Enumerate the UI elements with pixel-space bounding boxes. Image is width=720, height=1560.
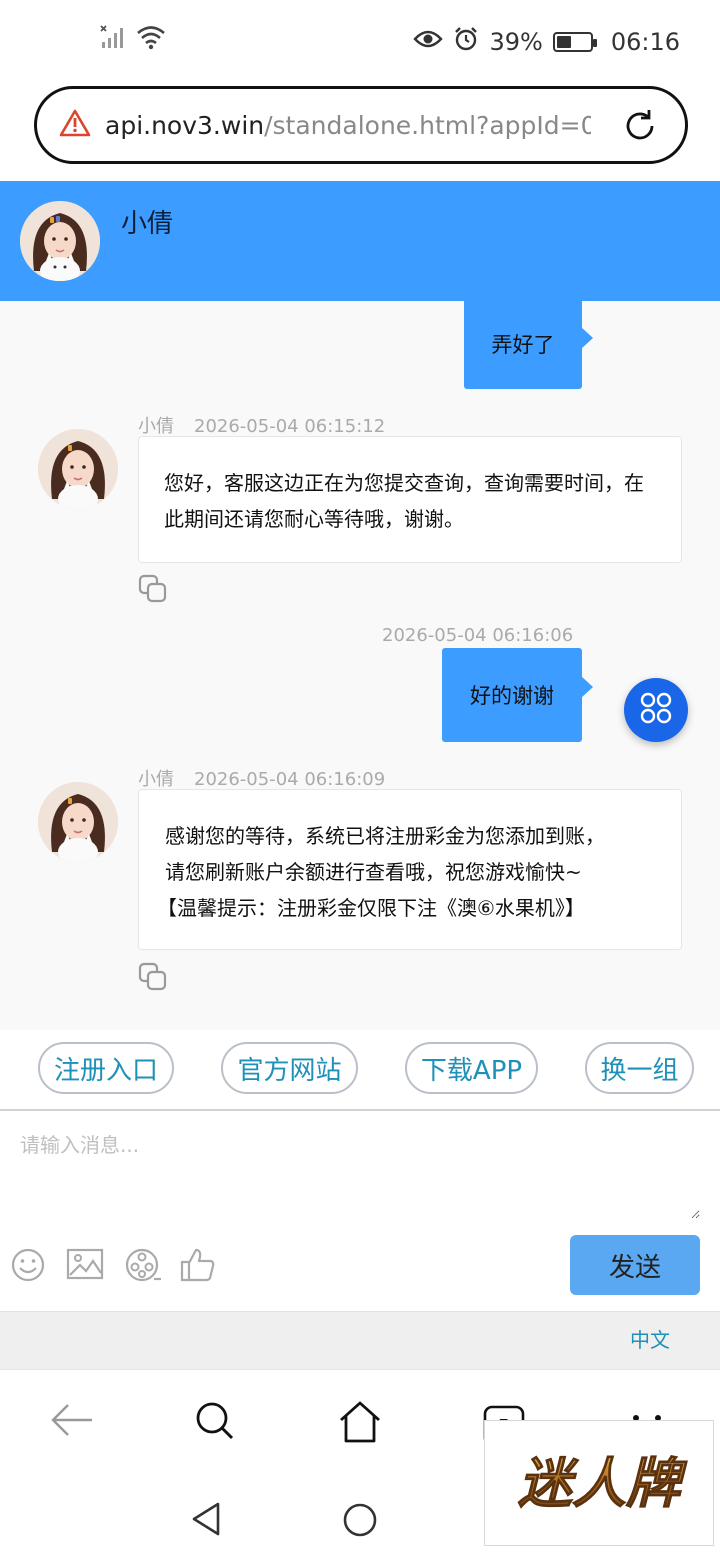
agent-avatar [20, 201, 100, 281]
refresh-options-button[interactable]: 换一组 [585, 1042, 694, 1094]
message-time: 2026-05-04 06:16:09 [194, 769, 386, 790]
thumbs-up-icon[interactable] [180, 1247, 216, 1287]
message-line: 请您刷新账户余额进行查看哦，祝您游戏愉快~ [165, 860, 582, 884]
message-meta: 小倩 2026-05-04 06:16:09 [138, 765, 385, 791]
message-text: 弄好了 [491, 333, 555, 357]
status-bar: 39% 06:16 [0, 0, 720, 84]
status-left [100, 24, 166, 54]
status-right: 39% 06:16 [413, 26, 680, 58]
chat-header: 小倩 [0, 181, 720, 301]
incoming-message[interactable]: 感谢您的等待，系统已将注册彩金为您添加到账， 请您刷新账户余额进行查看哦，祝您游… [138, 789, 682, 950]
url-text[interactable]: api.nov3.win/standalone.html?appId=0a [105, 111, 591, 140]
register-button[interactable]: 注册入口 [38, 1042, 174, 1094]
message-line: 【温馨提示：注册彩金仅限下注《澳⑥水果机》】 [157, 896, 585, 920]
incoming-message[interactable]: 您好，客服这边正在为您提交查询，查询需要时间，在此期间还请您耐心等待哦，谢谢。 [138, 436, 682, 563]
language-bar: 中文 [0, 1311, 720, 1369]
chat-area[interactable]: 弄好了 小倩 2026-05-04 06:15:12 您好，客服这边正在为您提交查… [0, 301, 720, 1030]
system-home-icon[interactable] [342, 1502, 378, 1542]
message-meta: 小倩 2026-05-04 06:15:12 [138, 412, 385, 438]
sender-name: 小倩 [138, 416, 174, 437]
svg-text:迷人牌: 迷人牌 [518, 1451, 688, 1515]
floating-menu-button[interactable] [624, 678, 688, 742]
eye-icon [413, 28, 444, 56]
language-switch[interactable]: 中文 [630, 1324, 670, 1353]
message-time: 2026-05-04 06:15:12 [194, 416, 386, 437]
warning-icon[interactable] [59, 109, 91, 141]
send-button[interactable]: 发送 [570, 1235, 700, 1295]
agent-avatar [38, 429, 118, 509]
message-line: 感谢您的等待，系统已将注册彩金为您添加到账， [165, 824, 605, 848]
sender-name: 小倩 [138, 769, 174, 790]
outgoing-message[interactable]: 好的谢谢 [442, 648, 593, 742]
reload-icon[interactable] [621, 107, 659, 149]
home-icon[interactable] [337, 1400, 383, 1448]
battery-icon [552, 32, 597, 52]
watermark-logo: 迷人牌 [484, 1420, 714, 1546]
message-time: 2026-05-04 06:16:06 [382, 625, 574, 646]
wifi-icon [136, 24, 166, 54]
composer: 发送 [0, 1111, 720, 1311]
alarm-icon [453, 26, 479, 58]
image-icon[interactable] [66, 1247, 104, 1285]
chat-title: 小倩 [121, 209, 174, 239]
outgoing-message[interactable]: 弄好了 [464, 301, 593, 389]
video-icon[interactable] [124, 1247, 162, 1287]
copy-icon[interactable] [138, 962, 168, 996]
address-bar[interactable]: api.nov3.win/standalone.html?appId=0a [34, 86, 688, 164]
message-text: 好的谢谢 [470, 684, 554, 708]
message-text: 您好，客服这边正在为您提交查询，查询需要时间，在此期间还请您耐心等待哦，谢谢。 [164, 471, 644, 531]
battery-level [556, 36, 571, 48]
quick-reply-bar: 注册入口 官方网站 下载APP 换一组 [0, 1030, 720, 1110]
url-path: /standalone.html?appId=0a [264, 110, 591, 140]
clock: 06:16 [610, 28, 680, 56]
download-app-button[interactable]: 下载APP [405, 1042, 538, 1094]
agent-avatar [38, 782, 118, 862]
signal-icon [100, 24, 126, 54]
official-site-button[interactable]: 官方网站 [221, 1042, 358, 1094]
grid-icon [639, 691, 673, 729]
emoji-icon[interactable] [10, 1247, 46, 1287]
search-icon[interactable] [194, 1400, 236, 1446]
system-back-icon[interactable] [190, 1501, 222, 1541]
back-arrow-icon[interactable] [50, 1400, 94, 1444]
message-input[interactable] [20, 1129, 700, 1219]
copy-icon[interactable] [138, 574, 168, 608]
battery-percent: 39% [489, 28, 543, 56]
url-domain: api.nov3.win [105, 110, 265, 140]
